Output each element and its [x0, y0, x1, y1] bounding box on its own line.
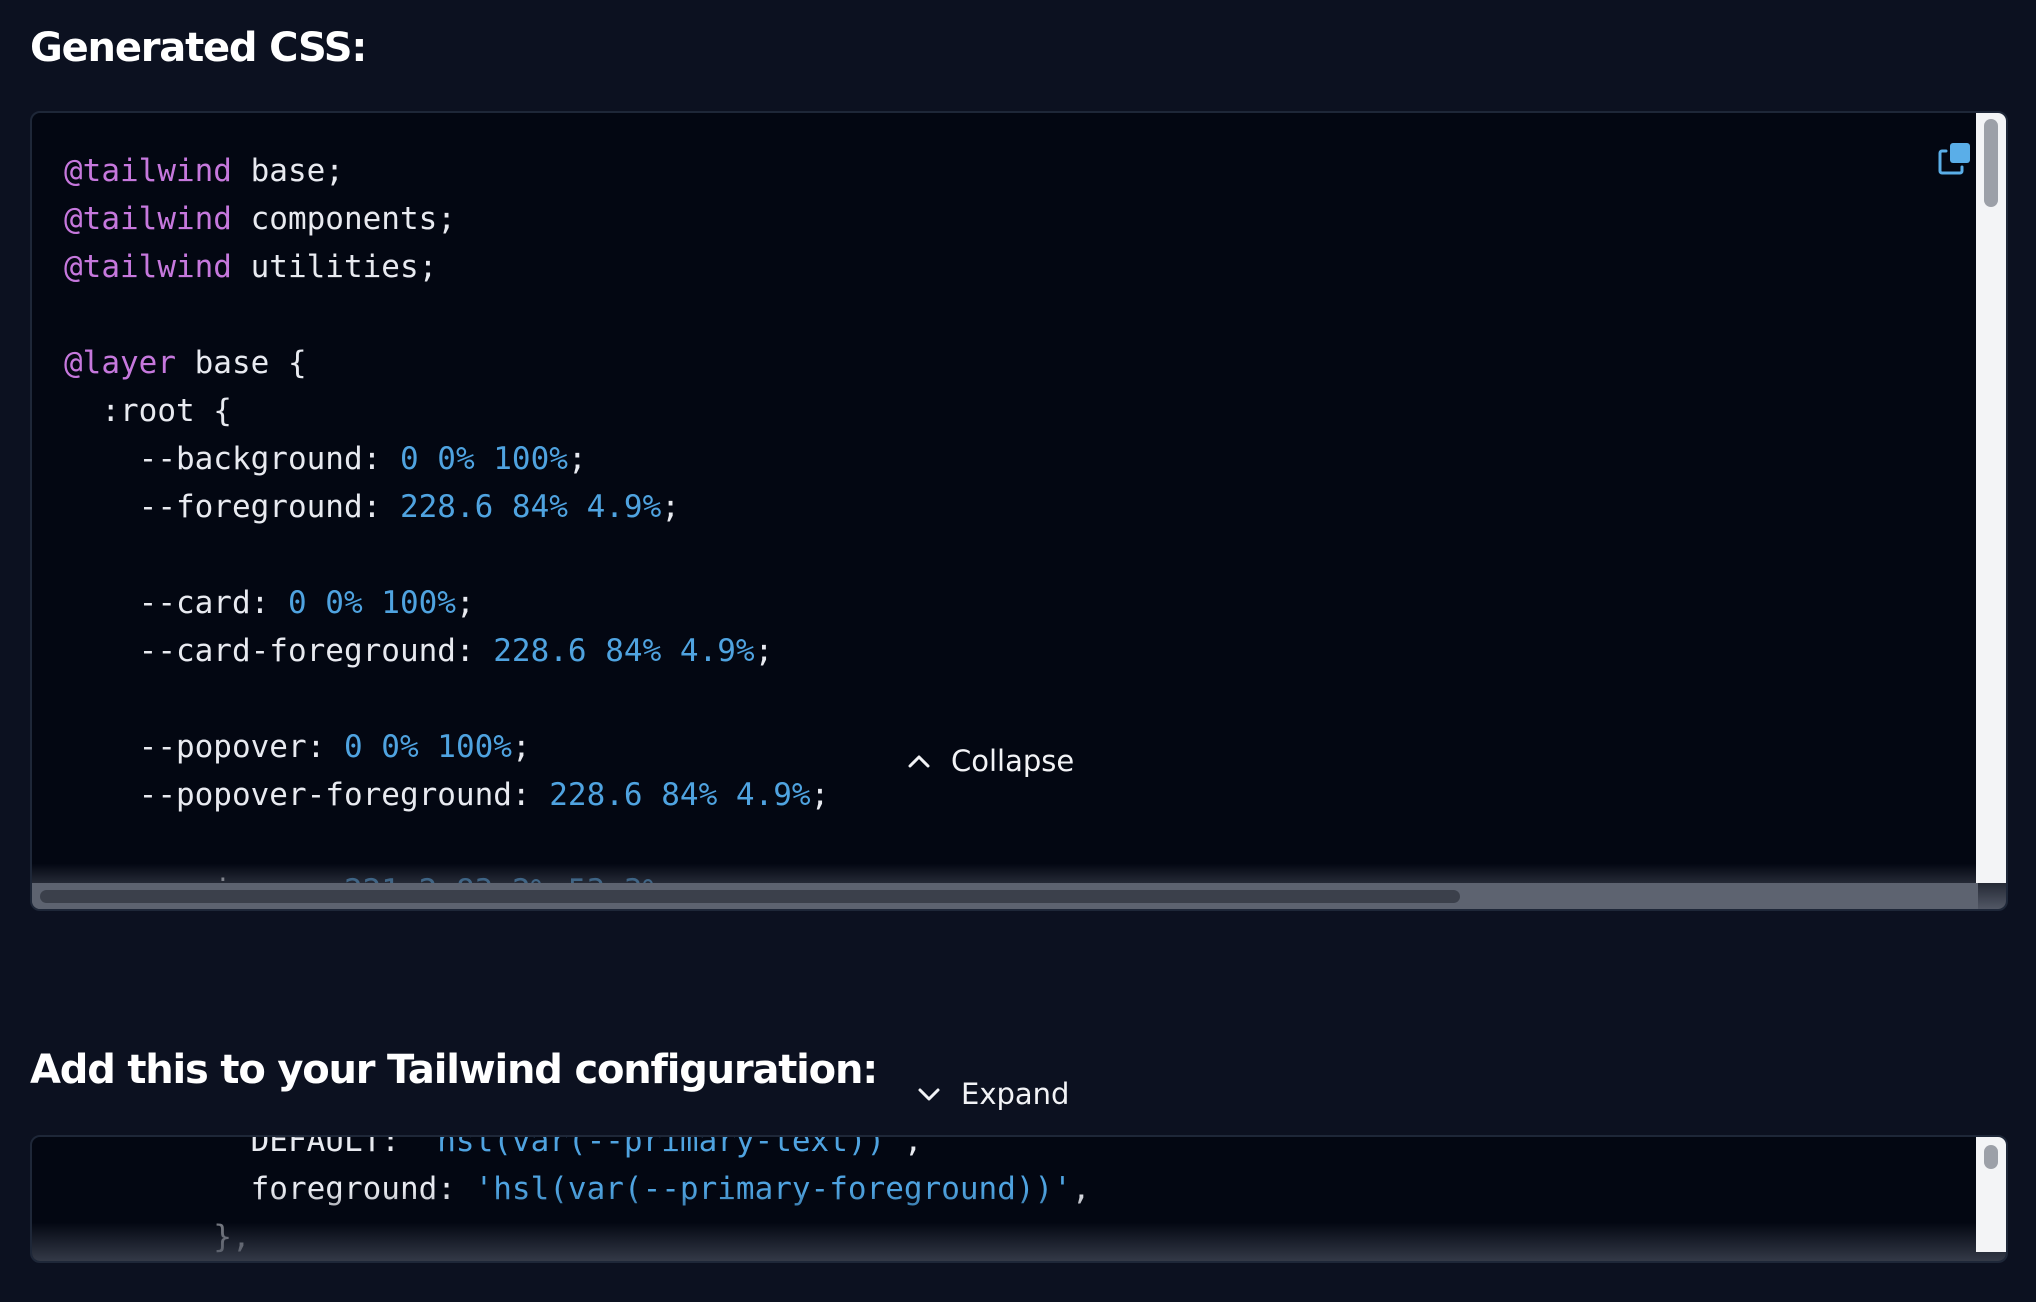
- code-token: --card-foreground:: [64, 633, 494, 669]
- code-token: ,: [903, 1135, 923, 1159]
- code-token: ;: [511, 729, 531, 765]
- collapse-button[interactable]: Collapse: [905, 744, 1074, 778]
- code-line: --card: 0 0% 100%;: [64, 579, 829, 627]
- code-token-num: 0 0% 100%: [287, 585, 456, 621]
- code-token: },: [64, 1219, 251, 1255]
- vertical-scrollbar[interactable]: [1976, 1137, 2006, 1252]
- code-token-num: 228.6 84% 4.9%: [399, 489, 662, 525]
- code-token-at: @tailwind: [64, 153, 232, 189]
- code-line: foreground: 'hsl(var(--primary-foregroun…: [64, 1165, 1091, 1213]
- code-token-at: @layer: [64, 345, 176, 381]
- code-line: --card-foreground: 228.6 84% 4.9%;: [64, 627, 829, 675]
- code-token: ;: [754, 633, 774, 669]
- code-token: ;: [661, 489, 680, 525]
- code-token-at: @tailwind: [64, 249, 232, 285]
- code-token: --background:: [64, 441, 400, 477]
- code-token: --card:: [64, 585, 288, 621]
- code-line: :root {: [64, 387, 829, 435]
- collapse-label: Collapse: [951, 744, 1075, 778]
- code-token: --foreground:: [64, 489, 400, 525]
- tailwind-config-heading: Add this to your Tailwind configuration:: [30, 1047, 878, 1093]
- code-token-num: 228.6 84% 4.9%: [493, 633, 755, 669]
- code-token: --popover-foreground:: [64, 777, 550, 813]
- code-line: DEFAULT: 'hsl(var(--primary-text))',: [64, 1135, 1091, 1165]
- code-line: --popover-foreground: 228.6 84% 4.9%;: [64, 771, 830, 819]
- generated-css-heading: Generated CSS:: [30, 25, 367, 71]
- code-line: @tailwind base;: [64, 147, 829, 195]
- vertical-scrollbar-thumb[interactable]: [1984, 119, 1998, 207]
- expand-button[interactable]: Expand: [915, 1077, 1069, 1111]
- copy-button[interactable]: [1938, 141, 1972, 175]
- tailwind-config-code-block: DEFAULT: 'hsl(var(--primary-text))', for…: [30, 1135, 2008, 1263]
- code-token: ;: [567, 441, 587, 477]
- chevron-down-icon: [918, 1088, 940, 1101]
- code-token-num: 228.6 84% 4.9%: [549, 777, 811, 813]
- code-token: :root {: [64, 393, 232, 429]
- expand-label: Expand: [961, 1077, 1070, 1111]
- code-line: @tailwind utilities;: [64, 243, 829, 291]
- code-token: base {: [175, 345, 307, 381]
- code-token: ;: [455, 585, 475, 621]
- code-token: ;: [810, 777, 830, 813]
- code-token-str: 'hsl(var(--primary-text))': [418, 1135, 904, 1159]
- vertical-scrollbar[interactable]: [1976, 113, 2006, 883]
- code-token-at: @tailwind: [64, 201, 232, 237]
- code-line: @layer base {: [64, 339, 829, 387]
- code-token: foreground:: [64, 1171, 475, 1207]
- code-token-num: 0 0% 100%: [343, 729, 512, 765]
- generated-css-code-block: @tailwind base; @tailwind components; @tai…: [30, 111, 2008, 911]
- chevron-up-icon: [908, 755, 930, 768]
- css-code: @tailwind base; @tailwind components; @tai…: [64, 147, 830, 909]
- code-line: },: [64, 1213, 1091, 1261]
- code-line: --popover: 0 0% 100%;: [64, 723, 829, 771]
- code-line: --background: 0 0% 100%;: [64, 435, 829, 483]
- code-token: --popover:: [64, 729, 344, 765]
- code-token-str: 'hsl(var(--primary-foreground))': [474, 1171, 1072, 1207]
- horizontal-scrollbar[interactable]: [32, 883, 1978, 909]
- config-code: DEFAULT: 'hsl(var(--primary-text))', for…: [64, 1135, 1091, 1261]
- code-token: base;: [231, 153, 344, 189]
- code-line: @tailwind components;: [64, 195, 829, 243]
- code-token: utilities;: [231, 249, 438, 285]
- code-token: components;: [231, 201, 456, 237]
- code-line: --foreground: 228.6 84% 4.9%;: [64, 483, 829, 531]
- page: Generated CSS: @tailwind base; @tailwind …: [0, 0, 2036, 1302]
- code-token: ,: [1071, 1171, 1091, 1207]
- horizontal-scrollbar-thumb[interactable]: [40, 890, 1460, 903]
- code-token: DEFAULT:: [64, 1135, 419, 1159]
- vertical-scrollbar-thumb[interactable]: [1984, 1145, 1998, 1169]
- code-token-num: 0 0% 100%: [399, 441, 568, 477]
- copy-icon: [1938, 143, 1970, 175]
